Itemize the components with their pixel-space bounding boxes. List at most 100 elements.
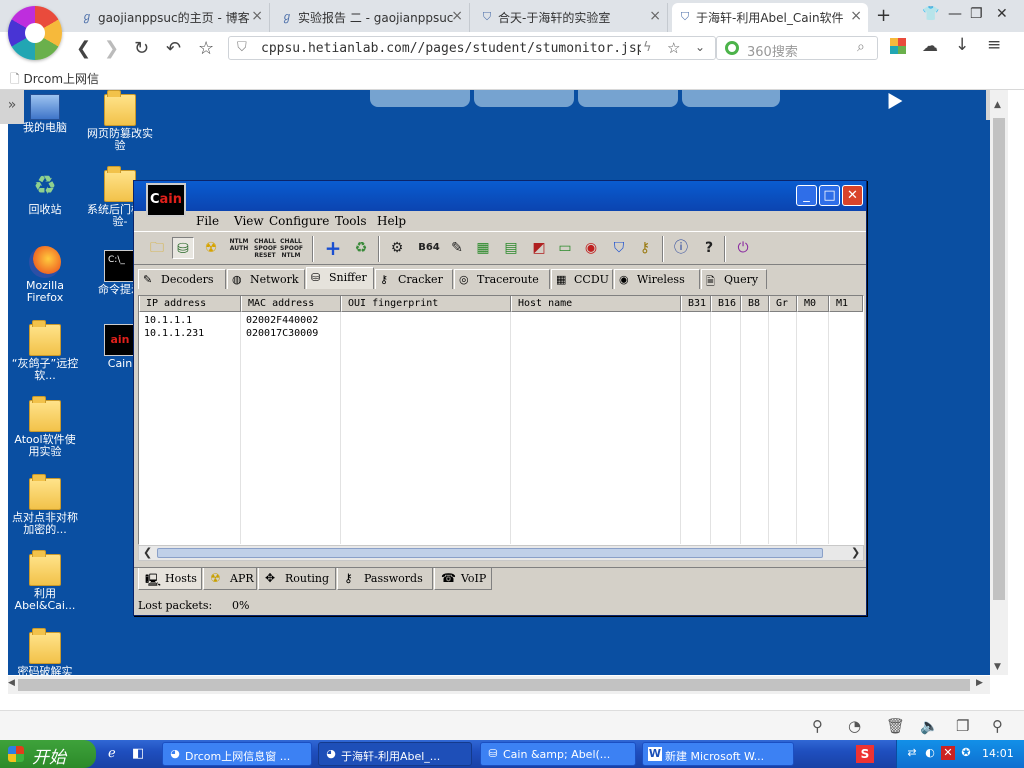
- desktop-icon-abel-cain[interactable]: 利用 Abel&Cai...: [9, 550, 81, 612]
- col-m0[interactable]: M0: [797, 296, 829, 312]
- browser-logo-icon[interactable]: [8, 6, 62, 60]
- trash-icon[interactable]: 🗑: [886, 717, 905, 735]
- lightning-icon[interactable]: ϟ: [643, 40, 652, 55]
- subtab-passwords[interactable]: ⚷ Passwords: [337, 568, 433, 590]
- col-mac-address[interactable]: MAC address: [241, 296, 341, 312]
- horizontal-scroll-thumb[interactable]: [18, 679, 970, 691]
- taskbar-item-drcom[interactable]: ◕ Drcom上网信息窗 ...: [162, 742, 312, 766]
- pin-icon[interactable]: ⚲: [812, 717, 823, 735]
- menu-configure[interactable]: Configure: [269, 214, 329, 228]
- start-button[interactable]: 开始: [0, 740, 96, 768]
- menu-view[interactable]: View: [234, 214, 264, 228]
- cain-title-bar[interactable]: _ □ ✕: [134, 181, 866, 211]
- favorite-star-icon[interactable]: ☆: [667, 39, 680, 57]
- subtab-routing[interactable]: ✥ Routing: [258, 568, 336, 590]
- tab-cain-experiment[interactable]: ⛉ 于海轩-利用Abel_Cain软件 ×: [672, 3, 868, 32]
- restore-icon[interactable]: ❐: [970, 6, 983, 22]
- recycle-icon[interactable]: ♻: [350, 237, 372, 259]
- zoom-icon[interactable]: ⚲: [992, 717, 1003, 735]
- remote-toolbar-button[interactable]: [370, 90, 470, 107]
- remote-toolbar-button[interactable]: [474, 90, 574, 107]
- download-icon[interactable]: ↓: [955, 35, 969, 55]
- vertical-scroll-thumb[interactable]: [993, 118, 1005, 600]
- security-alert-icon[interactable]: ✕: [941, 746, 955, 760]
- tab-decoders[interactable]: ✎ Decoders: [138, 269, 226, 289]
- col-host-name[interactable]: Host name: [511, 296, 681, 312]
- tab-network[interactable]: ◍ Network: [227, 269, 305, 289]
- desktop-icon-firefox[interactable]: Mozilla Firefox: [9, 246, 81, 304]
- hash-table-icon[interactable]: ▦: [472, 237, 494, 259]
- undo-icon[interactable]: ↶: [166, 38, 181, 59]
- table-row[interactable]: 10.1.1.1 02002F440002: [139, 314, 863, 327]
- col-oui-fingerprint[interactable]: OUI fingerprint: [341, 296, 511, 312]
- scroll-left-arrow-icon[interactable]: ❮: [143, 546, 152, 559]
- scroll-down-arrow-icon[interactable]: ▼: [994, 662, 1001, 672]
- close-icon[interactable]: ×: [451, 8, 463, 24]
- ntlm-auth-icon[interactable]: NTLM AUTH: [228, 237, 250, 259]
- taskbar-item-cain[interactable]: ⛁ Cain &amp; Abel(...: [480, 742, 636, 766]
- search-box[interactable]: 360搜索 ⌕: [716, 36, 878, 60]
- menu-icon[interactable]: ≡: [987, 35, 1001, 55]
- chall-spoof-reset-icon[interactable]: CHALL SPOOF RESET: [254, 237, 277, 259]
- search-input[interactable]: 360搜索: [747, 41, 798, 60]
- table-row[interactable]: 10.1.1.231 020017C30009: [139, 327, 863, 340]
- help-icon[interactable]: ?: [698, 237, 720, 259]
- subtab-hosts[interactable]: 🖳 Hosts: [138, 568, 202, 590]
- tab-traceroute[interactable]: ◎ Traceroute: [454, 269, 550, 289]
- scroll-right-arrow-icon[interactable]: ▶: [976, 678, 983, 688]
- maximize-button[interactable]: □: [819, 185, 840, 206]
- cloud-icon[interactable]: ☁: [922, 36, 938, 55]
- network-calc-icon[interactable]: ▭: [554, 237, 576, 259]
- ime-indicator[interactable]: S: [856, 745, 874, 763]
- remote-toolbar-button[interactable]: [578, 90, 678, 107]
- chall-spoof-ntlm-icon[interactable]: CHALL SPOOF NTLM: [280, 237, 303, 259]
- new-tab-button[interactable]: +: [876, 5, 891, 26]
- back-icon[interactable]: ❮: [76, 38, 91, 59]
- subtab-voip[interactable]: ☎ VoIP: [434, 568, 492, 590]
- tab-lab-report[interactable]: ℊ 实验报告 二 - gaojianppsuc ×: [274, 3, 470, 32]
- menu-help[interactable]: Help: [377, 214, 406, 228]
- open-folder-icon[interactable]: 🗀: [146, 237, 168, 259]
- start-apr-icon[interactable]: ☢: [200, 237, 222, 259]
- minimize-icon[interactable]: —: [948, 6, 962, 22]
- bookmark-star-icon[interactable]: ☆: [198, 38, 214, 59]
- scroll-right-arrow-icon[interactable]: ❯: [851, 546, 860, 559]
- taskbar-item-word[interactable]: W 新建 Microsoft W...: [642, 742, 794, 766]
- scroll-left-arrow-icon[interactable]: ◀: [8, 678, 15, 688]
- ie-icon[interactable]: ℯ: [108, 746, 116, 761]
- desktop-icon-recycle-bin[interactable]: ♻ 回收站: [9, 170, 81, 216]
- decoder-icon[interactable]: ⚙: [386, 237, 408, 259]
- shield-tool-icon[interactable]: ⛉: [608, 237, 630, 259]
- shirt-skin-icon[interactable]: 👕: [922, 6, 939, 22]
- col-b16[interactable]: B16: [711, 296, 741, 312]
- close-button[interactable]: ✕: [842, 185, 863, 206]
- add-icon[interactable]: +: [322, 237, 344, 259]
- tab-cracker[interactable]: ⚷ Cracker: [375, 269, 453, 289]
- wpa-table-icon[interactable]: ▤: [500, 237, 522, 259]
- desktop-icon-atool[interactable]: Atool软件使用实验: [9, 396, 81, 458]
- remote-toolbar-button[interactable]: [682, 90, 780, 107]
- col-m1[interactable]: M1: [829, 296, 863, 312]
- desktop-icon-password-crack[interactable]: 密码破解实: [9, 628, 81, 675]
- key-icon[interactable]: ⚷: [634, 237, 656, 259]
- start-sniffer-icon[interactable]: ⛁: [172, 237, 194, 259]
- tab-wireless[interactable]: ◉ Wireless: [614, 269, 700, 289]
- tab-query[interactable]: 🗎 Query: [701, 269, 767, 289]
- volume-icon[interactable]: 🔈: [920, 717, 939, 735]
- col-gr[interactable]: Gr: [769, 296, 797, 312]
- window-close-icon[interactable]: ✕: [996, 6, 1008, 22]
- antivirus-icon[interactable]: ✪: [959, 746, 973, 760]
- exit-icon[interactable]: ⏻: [732, 237, 754, 259]
- tab-hetian-lab[interactable]: ⛉ 合天-于海轩的实验室 ×: [474, 3, 668, 32]
- clock[interactable]: 14:01: [982, 747, 1014, 760]
- speed-icon[interactable]: ◔: [848, 717, 861, 735]
- reload-icon[interactable]: ↻: [134, 38, 149, 59]
- minimize-button[interactable]: _: [796, 185, 817, 206]
- cain-window[interactable]: _ □ ✕ Cain File View Configure Tools Hel…: [133, 180, 867, 616]
- rainbow-icon[interactable]: ◩: [528, 237, 550, 259]
- subtab-apr[interactable]: ☢ APR: [203, 568, 257, 590]
- close-icon[interactable]: ×: [251, 8, 263, 24]
- menu-tools[interactable]: Tools: [335, 214, 367, 228]
- tab-ccdu[interactable]: ▦ CCDU: [551, 269, 613, 289]
- desktop-icon-web-tamper[interactable]: 网页防篡改实验: [84, 90, 156, 152]
